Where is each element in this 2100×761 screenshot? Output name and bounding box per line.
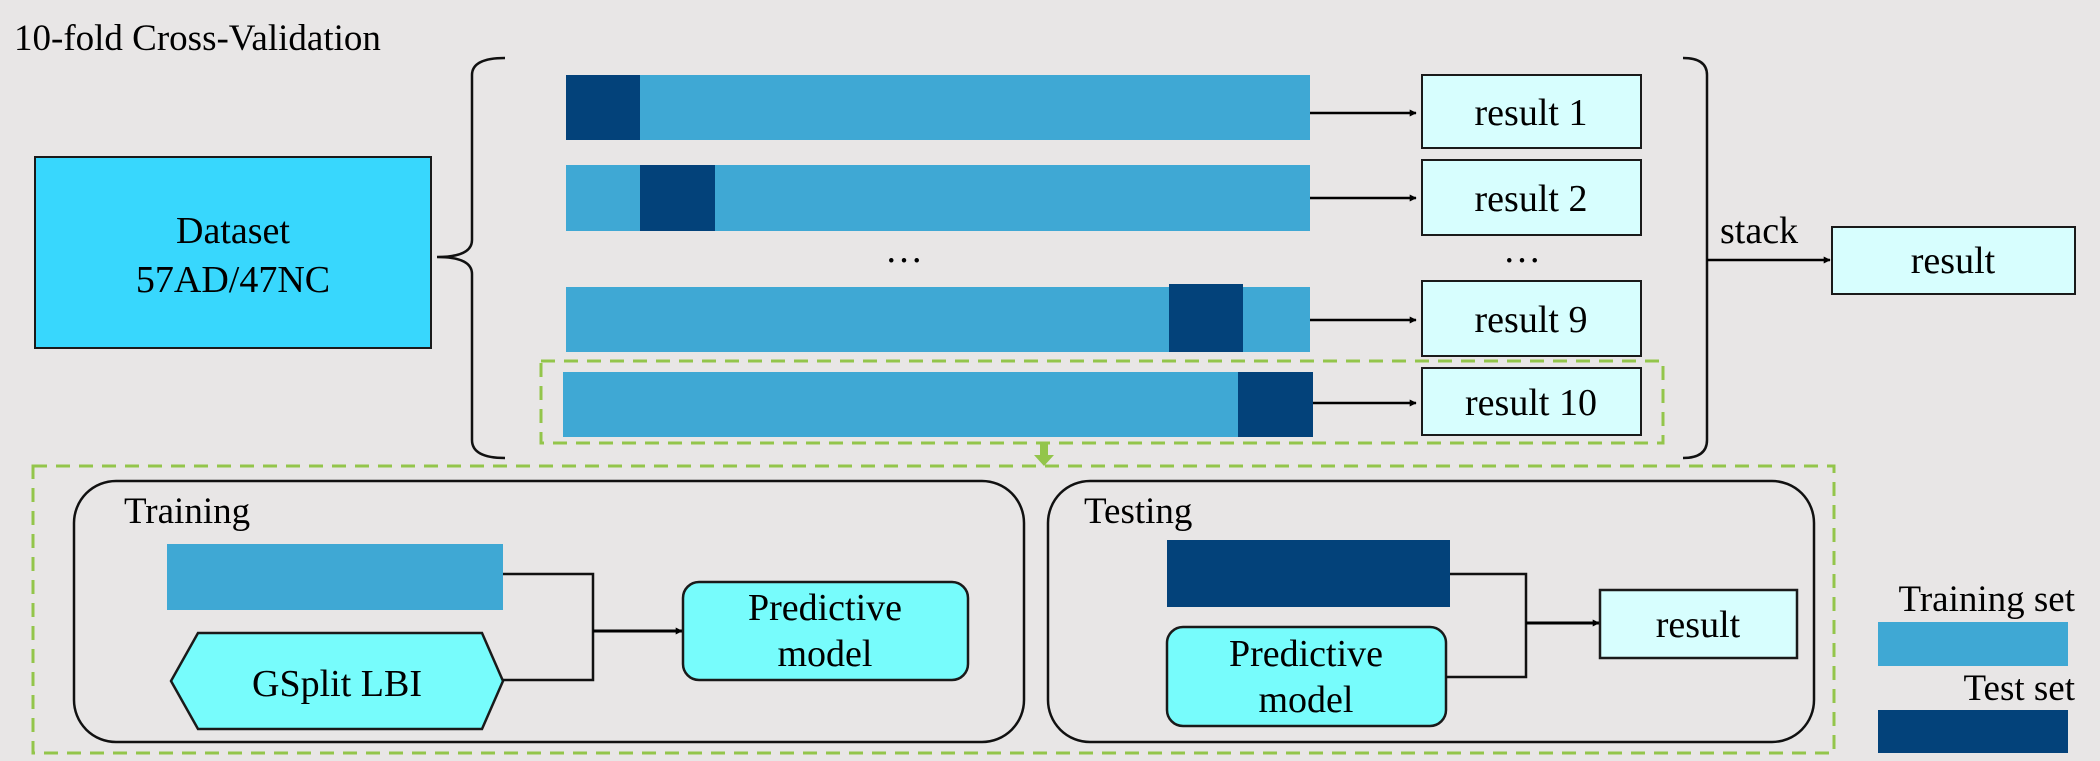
model-label-line1: Predictive bbox=[748, 587, 902, 629]
fold-bar-2 bbox=[566, 165, 1310, 231]
result-label: result 1 bbox=[1475, 92, 1588, 134]
dataset-label: Dataset bbox=[176, 210, 290, 252]
diagram-title: 10-fold Cross-Validation bbox=[14, 18, 381, 59]
testing-title: Testing bbox=[1084, 491, 1192, 532]
result-box-9: result 9 bbox=[1421, 280, 1642, 357]
test-fold-segment bbox=[1169, 284, 1243, 352]
legend-training-swatch bbox=[1878, 622, 2068, 666]
model-label-line2: model bbox=[778, 633, 873, 675]
result-label: result 2 bbox=[1475, 178, 1588, 220]
legend-training-label: Training set bbox=[1899, 579, 2076, 620]
cross-validation-diagram: #ah path{} 10-fold Cross-Validation Data… bbox=[0, 0, 2100, 761]
fold-bar-9 bbox=[566, 284, 1310, 352]
model-label-line1: Predictive bbox=[1229, 633, 1383, 675]
result-label: result 10 bbox=[1465, 382, 1597, 424]
dataset-counts: 57AD/47NC bbox=[136, 259, 330, 301]
legend-test-swatch bbox=[1878, 710, 2068, 753]
gsplit-lbi-label: GSplit LBI bbox=[252, 663, 422, 705]
final-result-label: result bbox=[1911, 240, 1996, 282]
legend: Training set Test set bbox=[1878, 579, 2076, 753]
dataset-box: Dataset 57AD/47NC bbox=[34, 156, 432, 349]
test-fold-segment bbox=[640, 165, 715, 231]
fold-bar-1 bbox=[566, 75, 1310, 140]
result-box-2: result 2 bbox=[1421, 159, 1642, 236]
model-label-line2: model bbox=[1259, 679, 1354, 721]
result-box-1: result 1 bbox=[1421, 74, 1642, 149]
test-fold-segment bbox=[1238, 372, 1313, 437]
legend-test-label: Test set bbox=[1964, 668, 2076, 709]
result-label: result 9 bbox=[1475, 299, 1588, 341]
test-set-bar bbox=[1167, 540, 1450, 607]
training-set-bar bbox=[167, 544, 503, 610]
final-result-box: result bbox=[1831, 226, 2076, 295]
stack-label: stack bbox=[1720, 210, 1798, 252]
results-ellipsis: … bbox=[1503, 229, 1541, 271]
test-fold-segment bbox=[566, 75, 640, 140]
training-title: Training bbox=[124, 491, 250, 532]
result-box-10: result 10 bbox=[1421, 367, 1642, 436]
bars-ellipsis: … bbox=[885, 229, 923, 271]
testing-result-label: result bbox=[1656, 604, 1741, 646]
fold-bar-10 bbox=[563, 372, 1313, 437]
